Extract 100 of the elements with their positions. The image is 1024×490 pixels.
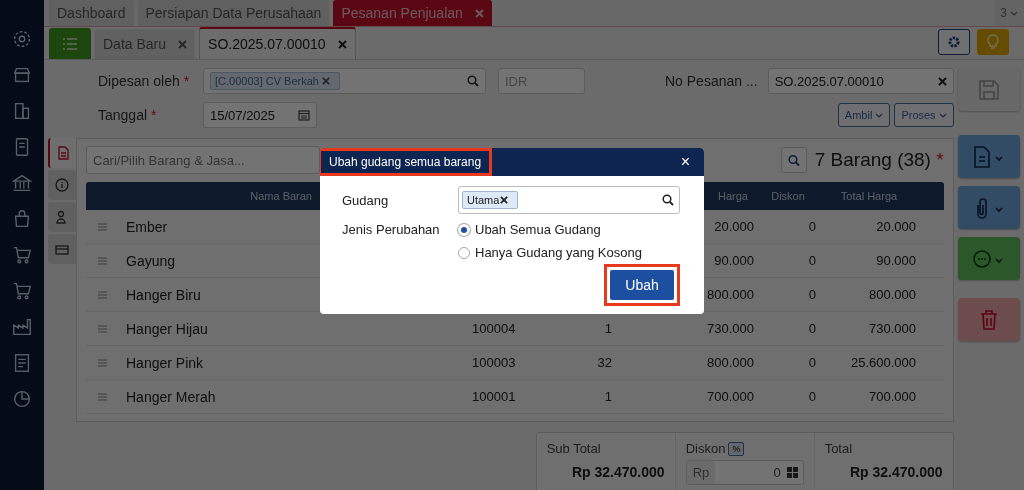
subtotal-label: Sub Total	[546, 441, 602, 456]
trash-icon	[978, 308, 999, 331]
table-cell: Hanger Hijau	[126, 320, 208, 337]
close-icon[interactable]	[178, 39, 188, 49]
calendar-icon[interactable]	[298, 109, 310, 121]
attachment-menu-button[interactable]	[957, 186, 1020, 229]
table-cell: 1	[604, 321, 612, 336]
table-cell-text: 0	[807, 355, 817, 370]
total-label: Total	[824, 441, 854, 456]
radio-option[interactable]: Hanya Gudang yang Kosong	[458, 245, 642, 260]
item-search-field[interactable]: Cari/Pilih Barang & Jasa...	[86, 146, 320, 174]
table-cell-text: 0	[807, 253, 817, 268]
remove-icon[interactable]	[500, 196, 509, 204]
discount-label: Diskon	[685, 441, 726, 456]
field-label: Jenis Perubahan	[342, 222, 441, 237]
settings-button[interactable]	[938, 29, 970, 55]
clear-icon[interactable]	[937, 76, 947, 86]
table-cell-text: 90.000	[875, 253, 917, 268]
column-header[interactable]: Nama Baran	[250, 190, 312, 202]
customer-tag: [C.00003] CV Berkah	[210, 72, 340, 90]
more-menu-button[interactable]	[957, 237, 1020, 280]
side-tab[interactable]	[48, 234, 76, 264]
delete-button[interactable]	[957, 298, 1020, 341]
info-icon	[55, 178, 69, 192]
more-icon	[971, 247, 1006, 270]
date-field[interactable]: 15/07/2025	[203, 102, 317, 128]
field-label: Gudang	[342, 192, 390, 208]
calculator-icon[interactable]	[786, 467, 798, 478]
save-button[interactable]	[957, 68, 1020, 111]
table-cell-text: 90.000	[713, 253, 755, 268]
table-cell: 100003	[472, 355, 516, 370]
settings-icon	[947, 35, 961, 49]
table-cell-text: 20.000	[875, 219, 917, 234]
chevron-down-icon	[875, 112, 884, 118]
box-icon	[55, 242, 69, 256]
drag-handle-icon[interactable]	[97, 358, 107, 367]
radio-option[interactable]: Ubah Semua Gudang	[458, 222, 642, 237]
page-tab[interactable]: Persiapan Data Perusahaan	[137, 0, 330, 26]
percent-toggle[interactable]: %	[728, 441, 745, 456]
document-icon	[971, 145, 1006, 168]
item-count: 7 Barang (38) *	[814, 149, 944, 171]
close-button[interactable]: ×	[676, 153, 694, 171]
order-number-field[interactable]: SO.2025.07.00010	[767, 68, 954, 94]
table-cell-text: 800.000	[868, 287, 917, 302]
side-tab[interactable]	[48, 170, 76, 200]
search-button[interactable]	[780, 147, 807, 173]
submit-button[interactable]: Ubah	[610, 270, 674, 300]
drag-handle-icon[interactable]	[97, 256, 107, 265]
drag-handle-icon[interactable]	[97, 222, 107, 231]
cart-icon[interactable]	[11, 244, 33, 266]
drag-handle-icon[interactable]	[97, 290, 107, 299]
search-icon	[787, 153, 800, 167]
table-cell: 1	[604, 389, 612, 404]
document-icon	[56, 146, 70, 160]
document-menu-button[interactable]	[957, 135, 1020, 178]
factory-icon[interactable]	[11, 316, 33, 338]
close-icon[interactable]	[337, 39, 347, 49]
side-tab[interactable]	[48, 138, 76, 168]
table-cell-text: 20.000	[713, 219, 755, 234]
document-tab[interactable]: SO.2025.07.00010	[199, 27, 356, 59]
discount-value: 0	[773, 465, 781, 480]
table-cell-text: 0	[807, 389, 817, 404]
table-cell-text: 25.600.000	[849, 355, 917, 370]
table-cell: 100001	[472, 389, 516, 404]
cart-icon[interactable]	[11, 280, 33, 302]
column-header[interactable]: Total Harga	[822, 190, 922, 202]
warehouse-field[interactable]: Utama	[458, 186, 680, 214]
list-icon	[62, 36, 78, 51]
dropdown-button[interactable]: Ambil	[837, 103, 891, 127]
list-button[interactable]	[49, 28, 91, 59]
field-label: Dipesan oleh *	[97, 73, 191, 89]
page-tab[interactable]: Pesanan Penjualan	[333, 0, 492, 26]
table-cell-text: 730.000	[706, 321, 755, 336]
drag-handle-icon[interactable]	[97, 324, 107, 333]
chart-icon[interactable]	[11, 388, 33, 410]
dropdown-button[interactable]: Proses	[894, 103, 954, 127]
table-cell: Gayung	[126, 252, 176, 269]
side-tab[interactable]	[48, 202, 76, 232]
table-cell: Hanger Biru	[126, 286, 201, 303]
search-icon[interactable]	[662, 194, 674, 206]
table-cell-text: 800.000	[706, 287, 755, 302]
discount-field[interactable]: Rp 0	[685, 460, 804, 485]
field-label: Tanggal *	[97, 107, 158, 123]
settings-icon[interactable]	[11, 28, 33, 50]
chevron-down-icon	[1010, 10, 1018, 16]
field-label: No Pesanan ...	[665, 73, 758, 89]
save-icon	[976, 77, 1001, 102]
drag-handle-icon[interactable]	[97, 392, 107, 401]
lightbulb-icon	[987, 34, 999, 50]
currency-prefix: Rp	[686, 461, 716, 484]
document-tab[interactable]: Data Baru	[95, 29, 196, 59]
bank-icon[interactable]	[11, 172, 33, 194]
table-cell: 32	[597, 355, 612, 370]
idea-button[interactable]	[977, 29, 1009, 55]
table-cell-text: 700.000	[868, 389, 917, 404]
table-cell: Ember	[126, 218, 168, 235]
page-tab[interactable]: Dashboard	[49, 0, 134, 26]
table-cell: Hanger Pink	[126, 354, 204, 371]
table-cell-text: 730.000	[868, 321, 917, 336]
column-header[interactable]: Diskon	[760, 190, 822, 202]
